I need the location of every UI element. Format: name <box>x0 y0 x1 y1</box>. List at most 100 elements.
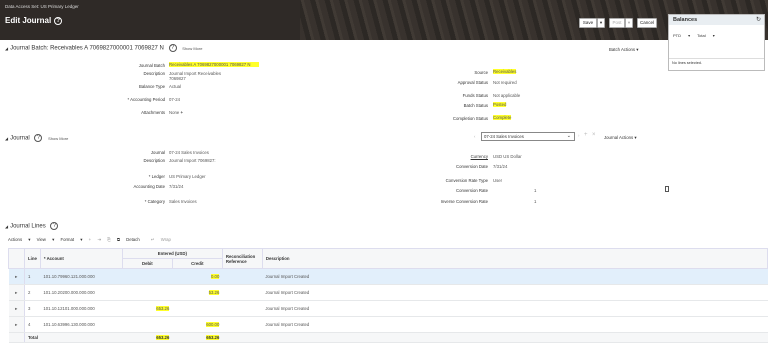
category-field[interactable]: Sales Invoices <box>169 199 197 204</box>
approval-status-value: Not required <box>493 80 517 85</box>
batch-actions-menu[interactable]: Batch Actions ▾ <box>609 47 638 53</box>
balance-type-value: Actual <box>169 84 181 89</box>
journal-lines-section-header[interactable]: ◢ Journal Lines ? <box>5 222 59 230</box>
collapse-icon[interactable]: ◢ <box>5 224 8 229</box>
journal-section-header[interactable]: ◢ Journal ? Show More <box>5 134 68 142</box>
expand-row-icon[interactable]: ▸ <box>8 300 25 317</box>
cancel-button[interactable]: Cancel <box>637 18 657 28</box>
completion-status-label: Completion Status <box>452 116 488 121</box>
line-header[interactable]: Line <box>24 248 41 269</box>
accounting-date-label: Accounting Date <box>133 184 165 189</box>
export-icon[interactable]: ⎘ <box>107 237 110 242</box>
accounting-period-field[interactable]: 07-24 <box>169 97 180 102</box>
table-row[interactable]: ▸ 3 101.10.12101.000.000.000 653.26 Jour… <box>8 300 768 317</box>
total-debit: 653.26 <box>122 332 173 343</box>
page-title: Edit Journal? <box>5 16 63 25</box>
collapse-icon[interactable]: ◢ <box>5 136 8 141</box>
balances-empty-text: No lines selected. <box>669 58 764 67</box>
collapse-icon[interactable]: ◢ <box>5 46 8 51</box>
journal-actions-menu[interactable]: Journal Actions ▾ <box>604 135 637 141</box>
show-more-link[interactable]: Show More <box>48 136 68 141</box>
batch-description-field[interactable]: Journal Import Receivables 7069827 <box>169 71 224 81</box>
entered-usd-header: Entered (USD) <box>121 248 223 259</box>
approval-status-label: Approval Status <box>457 80 488 85</box>
table-row[interactable]: ▸ 2 101.10.20200.000.000.000 53.26 Journ… <box>8 284 768 301</box>
lines-toolbar: Actions ▾ View ▾ Format ▾ + ⇥ ⎘ ⧉ Detach… <box>8 237 181 243</box>
add-journal-icon[interactable]: + <box>584 132 588 138</box>
show-more-link[interactable]: Show More <box>182 46 202 51</box>
journal-name-field[interactable]: 07-24 Sales Invoices <box>169 150 209 155</box>
expand-row-icon[interactable]: ▸ <box>8 284 25 301</box>
completion-status-value: Complete <box>493 115 512 120</box>
view-menu[interactable]: View ▾ <box>37 237 55 242</box>
detach-button[interactable]: ⧉ Detach <box>117 237 145 242</box>
refresh-icon[interactable]: ↻ <box>756 16 761 23</box>
description-header[interactable]: Description <box>261 248 768 269</box>
inverse-conversion-rate-value: 1 <box>534 199 537 204</box>
table-row[interactable]: ▸ 1 101.10.79960.121.000.000 0.00 Journa… <box>8 268 768 285</box>
save-button[interactable]: Save <box>579 18 597 28</box>
next-journal-icon[interactable]: › <box>578 133 579 138</box>
ledger-field[interactable]: US Primary Ledger <box>169 174 206 179</box>
wrap-icon: ↵ <box>150 237 155 242</box>
reconciliation-header[interactable]: Reconciliation Reference <box>221 248 263 269</box>
funds-status-value: Not applicable <box>493 93 521 98</box>
funds-status-label: Funds Status <box>462 93 488 98</box>
accounting-date-field[interactable]: 7/31/24 <box>169 184 183 189</box>
delete-journal-icon[interactable]: × <box>592 132 596 138</box>
balance-type-label: Balance Type <box>139 84 165 89</box>
journal-label: Journal <box>150 150 165 155</box>
currency-label[interactable]: Currency <box>420 154 488 159</box>
credit-header[interactable]: Credit <box>171 258 223 269</box>
conversion-date-value: 7/31/24 <box>493 164 508 169</box>
ptd-dropdown[interactable]: PTD ▾ <box>673 33 690 38</box>
category-label: Category <box>100 199 165 204</box>
currency-field[interactable]: USD US Dollar <box>493 154 522 159</box>
description-label: Description <box>143 71 166 76</box>
freeze-icon[interactable]: ⇥ <box>97 237 101 242</box>
expand-row-icon[interactable]: ▸ <box>8 268 25 285</box>
conversion-rate-type-label: Conversion Rate Type <box>445 178 488 183</box>
add-row-icon[interactable]: + <box>89 237 92 242</box>
journal-batch-section-header[interactable]: ◢ Journal Batch: Receivables A 7069827000… <box>5 44 202 52</box>
conversion-rate-type-value: User <box>493 178 503 183</box>
balances-panel: Balances ↻ PTD ▾ Total ▾ No lines select… <box>668 14 765 71</box>
journal-lines-title: Journal Lines <box>10 223 46 230</box>
data-access-set: Data Access Set: US Primary Ledger <box>5 4 79 9</box>
batch-section-title: Journal Batch: Receivables A 70698270000… <box>10 45 164 52</box>
total-credit: 653.26 <box>172 332 223 343</box>
journal-batch-field[interactable]: Receivables A 7069827000001 7069827 N <box>169 62 259 67</box>
conversion-rate-label: Conversion Rate <box>455 188 488 193</box>
help-icon[interactable]: ? <box>50 222 59 230</box>
accounting-period-label: Accounting Period <box>100 97 165 102</box>
ledger-label: Ledger <box>100 174 165 179</box>
chevron-down-icon: ⌄ <box>566 133 571 139</box>
post-dropdown-icon[interactable]: ▾ <box>625 18 633 28</box>
previous-journal-icon[interactable]: ‹ <box>474 134 475 139</box>
post-button[interactable]: Post <box>609 18 625 28</box>
wrap-button[interactable]: ↵ Wrap <box>151 237 176 242</box>
add-icon[interactable]: + <box>180 110 183 115</box>
attachments-label: Attachments <box>141 110 165 115</box>
attachments-value[interactable]: None + <box>169 110 183 115</box>
source-label: Source <box>474 70 488 75</box>
debit-header[interactable]: Debit <box>121 258 173 269</box>
journal-section-title: Journal <box>10 135 30 142</box>
conversion-rate-value: 1 <box>534 188 537 193</box>
journal-batch-label: Journal Batch <box>138 63 165 68</box>
help-icon[interactable]: ? <box>34 134 43 142</box>
panel-toggle-icon[interactable] <box>665 186 669 192</box>
account-header[interactable]: Account <box>39 248 123 269</box>
journal-description-field[interactable]: Journal Import 7069827: <box>169 158 216 163</box>
balances-panel-header: Balances ↻ <box>669 15 764 25</box>
expand-row-icon[interactable]: ▸ <box>8 316 25 333</box>
total-label: Total <box>24 332 123 343</box>
format-menu[interactable]: Format ▾ <box>60 237 82 242</box>
actions-menu[interactable]: Actions ▾ <box>8 237 30 242</box>
save-dropdown-icon[interactable]: ▾ <box>597 18 605 28</box>
journal-select[interactable]: 07-24 Sales Invoices ⌄ <box>481 132 575 141</box>
table-row[interactable]: ▸ 4 101.10.63996.130.000.000 600.00 Jour… <box>8 316 768 333</box>
help-icon[interactable]: ? <box>54 16 63 25</box>
help-icon[interactable]: ? <box>168 44 177 52</box>
total-dropdown[interactable]: Total ▾ <box>697 33 715 38</box>
